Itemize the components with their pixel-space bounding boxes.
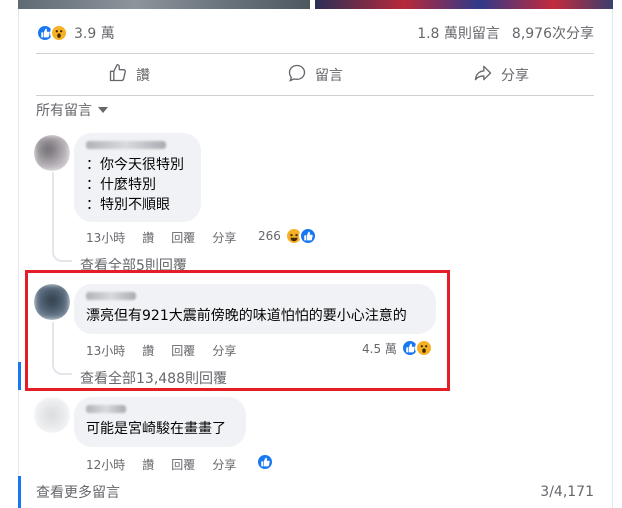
share-button[interactable]: 分享 [408, 58, 594, 92]
divider [36, 95, 594, 96]
post-photo-right[interactable] [315, 0, 613, 9]
post-stats-bar: 3.9 萬 1.8 萬則留言 8,976次分享 [36, 18, 594, 48]
feed-right-border [612, 9, 613, 508]
comment-reply-button[interactable]: 回覆 [171, 456, 195, 473]
feed-left-border [18, 9, 19, 508]
active-thread-marker [18, 362, 21, 390]
like-button[interactable]: 讚 [36, 58, 222, 92]
reaction-count[interactable]: 3.9 萬 [74, 23, 115, 43]
divider [36, 53, 594, 54]
comments-footer: 查看更多留言 3/4,171 [36, 482, 594, 502]
comment-bubble: 可能是宮崎駿在畫畫了 [74, 397, 246, 447]
comment-reactions[interactable]: 266 [258, 227, 317, 245]
like-icon [298, 227, 317, 245]
like-icon [256, 453, 274, 471]
reaction-emoji-stack [36, 24, 68, 42]
comment-share-button[interactable]: 分享 [212, 229, 236, 246]
comment-text: 可能是宮崎駿在畫畫了 [86, 421, 226, 437]
like-icon [108, 63, 128, 87]
comment-button-label: 留言 [315, 68, 343, 84]
highlight-annotation-box [25, 270, 450, 391]
comment-sort-dropdown[interactable]: 所有留言 [36, 100, 108, 120]
comment-author-name[interactable] [86, 405, 126, 413]
post-action-bar: 讚 留言 分享 [36, 58, 594, 92]
share-icon [473, 63, 493, 87]
comment-text: ：你今天很特別 ：什麼特別 ：特別不順眼 [86, 157, 184, 213]
comment-reaction-count: 266 [258, 229, 281, 243]
avatar[interactable] [34, 397, 70, 433]
comment-meta-row: 13小時 讚 回覆 分享 [86, 229, 253, 246]
comment-button[interactable]: 留言 [222, 58, 408, 92]
comment-timestamp[interactable]: 13小時 [86, 229, 125, 246]
comment-sort-label: 所有留言 [36, 103, 92, 119]
comment-reactions[interactable] [256, 453, 274, 471]
comment-bubble: ：你今天很特別 ：什麼特別 ：特別不順眼 [74, 133, 201, 222]
comment-author-name[interactable] [86, 141, 166, 149]
active-thread-marker [18, 476, 21, 508]
reply-thread-connector [52, 240, 72, 262]
like-button-label: 讚 [136, 68, 150, 84]
comment-timestamp[interactable]: 12小時 [86, 456, 125, 473]
wow-icon [50, 24, 68, 42]
comments-pagination: 3/4,171 [540, 484, 594, 500]
post-media-strip[interactable] [18, 0, 613, 9]
comment-icon [287, 63, 307, 87]
comment-share-button[interactable]: 分享 [212, 456, 236, 473]
comment-like-button[interactable]: 讚 [142, 229, 154, 246]
comment-reply-button[interactable]: 回覆 [171, 229, 195, 246]
post-engagement-counts: 1.8 萬則留言 8,976次分享 [417, 23, 594, 43]
post-photo-left[interactable] [18, 0, 310, 9]
comment-count[interactable]: 1.8 萬則留言 [417, 23, 500, 43]
share-button-label: 分享 [501, 68, 529, 84]
view-more-comments-link[interactable]: 查看更多留言 [36, 482, 120, 502]
comment-reaction-icons [284, 227, 317, 245]
comment-like-button[interactable]: 讚 [142, 456, 154, 473]
chevron-down-icon [98, 107, 108, 113]
share-count[interactable]: 8,976次分享 [512, 23, 594, 43]
avatar[interactable] [34, 135, 70, 171]
comment-meta-row: 12小時 讚 回覆 分享 [86, 456, 253, 473]
reaction-summary[interactable]: 3.9 萬 [36, 23, 115, 43]
